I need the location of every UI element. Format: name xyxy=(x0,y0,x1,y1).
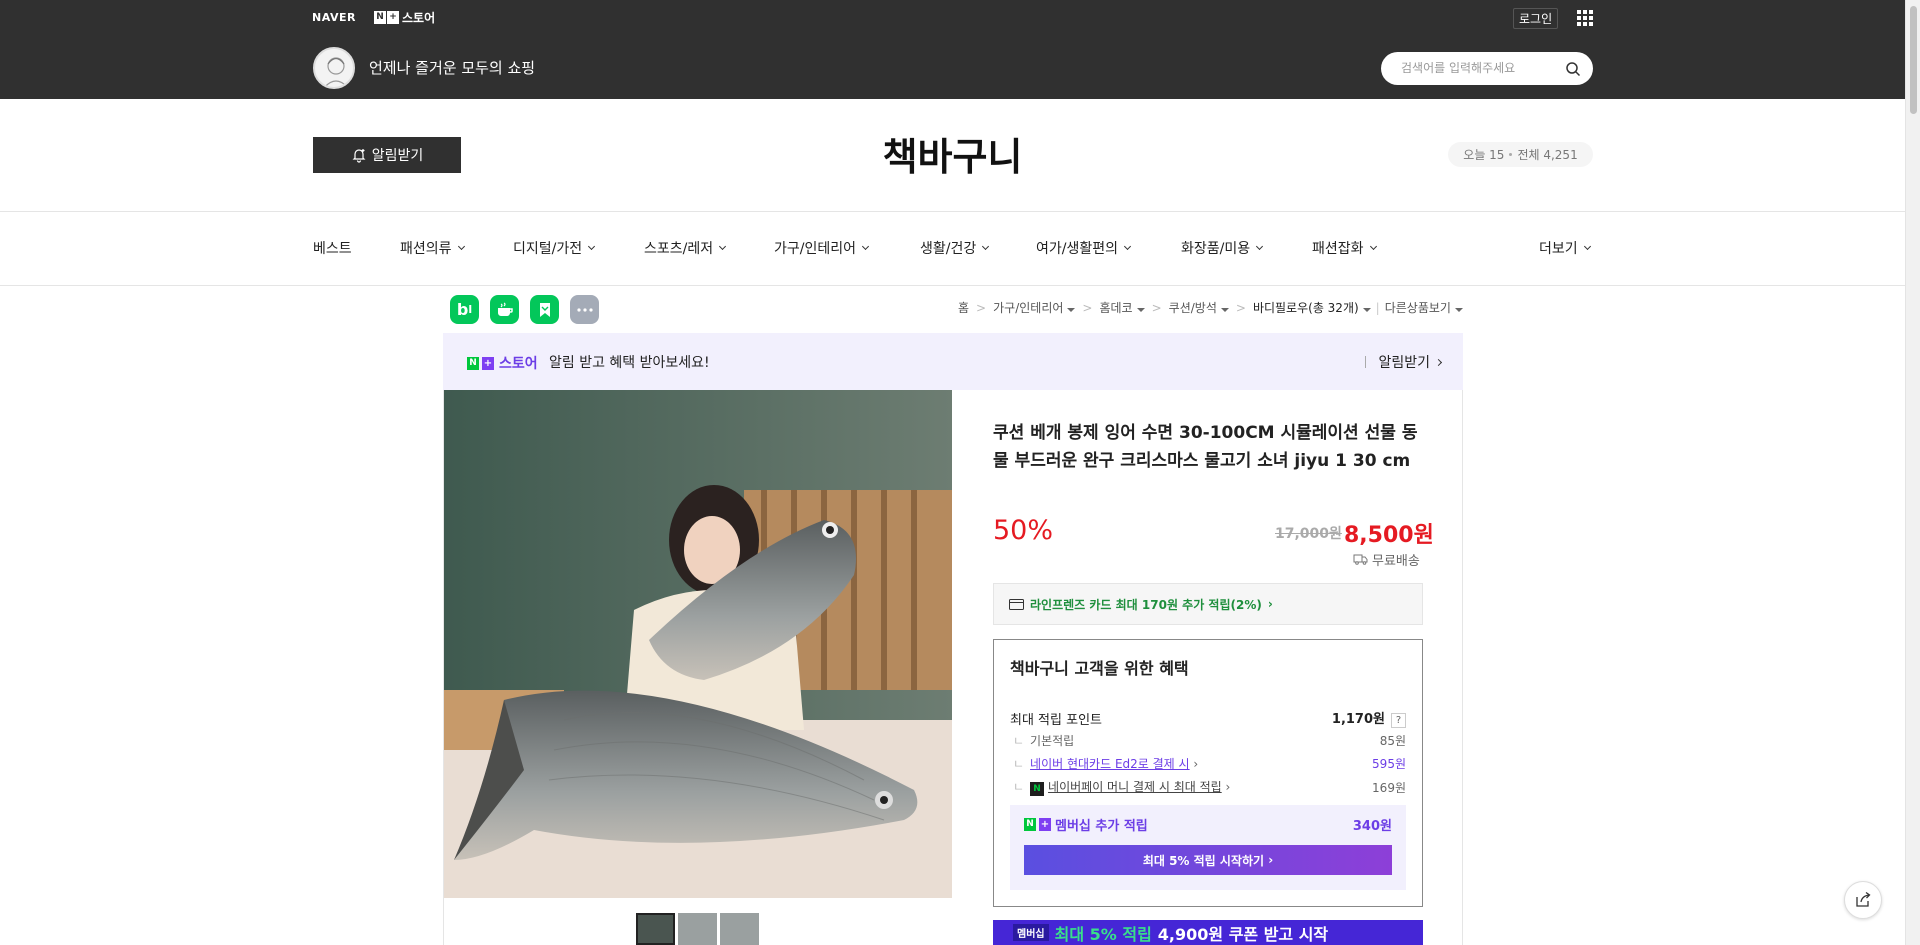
thumbnail-1[interactable] xyxy=(636,913,675,945)
page-scrollbar[interactable] xyxy=(1905,0,1920,945)
customer-benefit-box: 책바구니 고객을 위한 혜택 최대 적립 포인트 1,170원? ㄴ 기본적립 85… xyxy=(993,639,1423,907)
login-button[interactable]: 로그인 xyxy=(1513,8,1559,29)
help-icon[interactable]: ? xyxy=(1391,713,1406,728)
credit-card-icon xyxy=(1009,598,1024,610)
basic-point-row: ㄴ 기본적립 85원 xyxy=(1013,734,1406,748)
visitor-count: 오늘 15 전체 4,251 xyxy=(1448,142,1593,167)
naverpay-icon: N xyxy=(1030,782,1045,796)
max-point-row: 최대 적립 포인트 1,170원? xyxy=(1010,708,1406,728)
banner-message: 알림 받고 혜택 받아보세요! xyxy=(549,355,710,371)
hyundai-card-row[interactable]: ㄴ 네이버 현대카드 Ed2로 결제 시 › 595원 xyxy=(1010,755,1406,772)
nav-furniture[interactable]: 가구/인테리어 xyxy=(774,238,870,258)
card-benefit-link[interactable]: 라인프렌즈 카드 최대 170원 추가 적립(2%) › xyxy=(993,583,1423,625)
membership-promo-banner[interactable]: 멤버십 최대 5% 적립 4,900원 쿠폰 받고 시작 xyxy=(993,920,1423,945)
breadcrumb-furniture[interactable]: 가구/인테리어 xyxy=(993,299,1076,316)
nav-fashion-goods[interactable]: 패션잡화 xyxy=(1312,238,1377,258)
product-thumbnails xyxy=(636,913,759,945)
thumbnail-2[interactable] xyxy=(678,913,717,945)
search-box[interactable] xyxy=(1381,52,1593,85)
breadcrumb: 홈 > 가구/인테리어 > 홈데코 > 쿠션/방석 > 바디필로우(총 32개) | 다른… xyxy=(958,299,1463,316)
talk-icon[interactable] xyxy=(490,295,519,324)
naver-plus-store-logo[interactable]: N + 스토어 xyxy=(374,9,435,26)
breadcrumb-homedeco[interactable]: 홈데코 xyxy=(1099,299,1145,316)
other-products-link[interactable]: 다른상품보기 xyxy=(1385,299,1463,316)
shipping-info: 무료배송 xyxy=(1353,550,1420,569)
nav-more[interactable]: 더보기 xyxy=(1539,238,1591,258)
benefit-title: 책바구니 고객을 위한 혜택 xyxy=(1010,659,1189,678)
share-button[interactable] xyxy=(1844,881,1882,919)
search-icon[interactable] xyxy=(1565,61,1581,77)
global-header: NAVER N + 스토어 로그인 언제나 즐거운 모두의 쇼핑 xyxy=(0,0,1905,99)
truck-icon xyxy=(1353,554,1368,565)
naver-logo[interactable]: NAVER xyxy=(312,11,356,24)
sale-price: 8,500원 xyxy=(1344,523,1434,548)
nav-sports[interactable]: 스포츠/레저 xyxy=(644,238,727,258)
visits-today: 오늘 15 xyxy=(1463,148,1505,162)
breadcrumb-home[interactable]: 홈 xyxy=(958,299,969,316)
product-main-image[interactable] xyxy=(444,390,952,898)
visits-total: 전체 4,251 xyxy=(1517,148,1578,162)
store-tagline: 언제나 즐거운 모두의 쇼핑 xyxy=(369,59,536,77)
store-avatar[interactable] xyxy=(313,47,355,89)
bookmark-icon[interactable] xyxy=(530,295,559,324)
nav-leisure[interactable]: 여가/생활편의 xyxy=(1036,238,1132,258)
naverpay-row[interactable]: ㄴ N 네이버페이 머니 결제 시 최대 적립 › 169원 xyxy=(1010,778,1406,796)
thumbnail-3[interactable] xyxy=(720,913,759,945)
share-icon xyxy=(1856,891,1871,907)
blog-icon[interactable]: bl xyxy=(450,295,479,324)
nav-living[interactable]: 생활/건강 xyxy=(920,238,990,258)
breadcrumb-current[interactable]: 바디필로우(총 32개) xyxy=(1253,299,1371,316)
nav-cosmetics[interactable]: 화장품/미용 xyxy=(1181,238,1264,258)
nav-best[interactable]: 베스트 xyxy=(313,238,352,258)
store-alert-banner: N + 스토어 알림 받고 혜택 받아보세요! 알림받기 xyxy=(443,333,1463,390)
breadcrumb-cushion[interactable]: 쿠션/방석 xyxy=(1169,299,1229,316)
search-input[interactable] xyxy=(1401,61,1561,75)
banner-alarm-button[interactable]: 알림받기 xyxy=(1365,352,1443,372)
membership-start-button[interactable]: 최대 5% 적립 시작하기 › xyxy=(1024,845,1392,875)
discount-rate: 50% xyxy=(993,515,1054,546)
membership-box: N + 멤버십 추가 적립 340원 최대 5% 적립 시작하기 › xyxy=(1010,805,1406,890)
app-grid-icon[interactable] xyxy=(1577,10,1593,26)
product-title: 쿠션 베개 봉제 잉어 수면 30-100CM 시뮬레이션 선물 동물 부드러운… xyxy=(993,423,1418,471)
nav-digital[interactable]: 디지털/가전 xyxy=(513,238,596,258)
original-price: 17,000원 xyxy=(1275,526,1342,542)
more-icon[interactable] xyxy=(570,295,599,324)
store-title[interactable]: 책바구니 xyxy=(0,126,1905,181)
naver-plus-store-logo: N + 스토어 xyxy=(467,353,538,373)
nav-fashion-clothing[interactable]: 패션의류 xyxy=(400,238,465,258)
